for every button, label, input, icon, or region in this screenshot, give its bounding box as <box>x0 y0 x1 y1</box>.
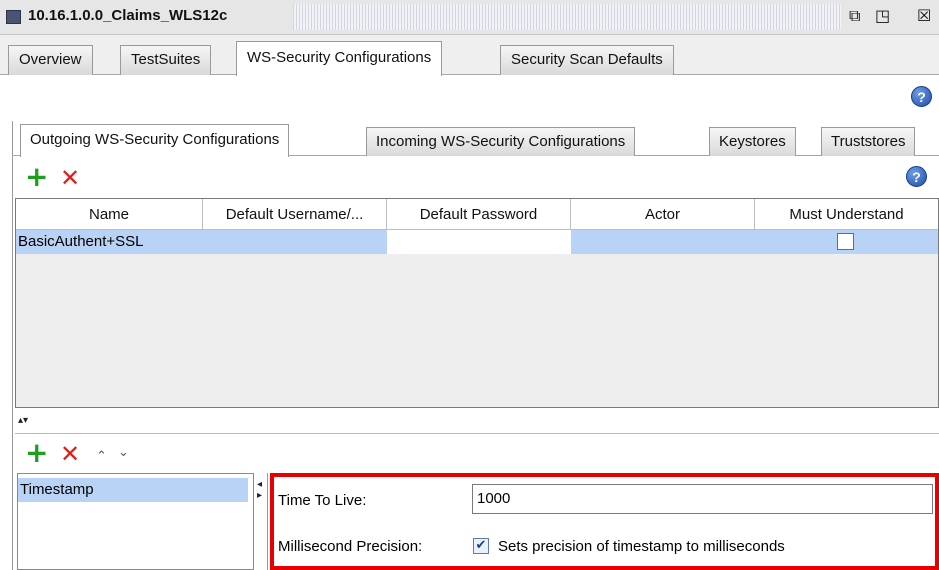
timestamp-settings-panel: Time To Live: 1000 Millisecond Precision… <box>270 473 939 570</box>
help-icon[interactable]: ? <box>911 86 932 107</box>
remove-configuration-icon[interactable]: ✕ <box>60 166 80 190</box>
move-up-icon[interactable]: ⌃ <box>96 450 107 464</box>
entry-list: Timestamp <box>17 473 254 570</box>
tab-testsuites[interactable]: TestSuites <box>120 45 212 75</box>
tab-outgoing-ws-security[interactable]: Outgoing WS-Security Configurations <box>20 124 290 157</box>
security-subtabbar: Outgoing WS-Security Configurations Inco… <box>12 122 939 157</box>
millisecond-precision-label: Millisecond Precision: <box>278 538 423 555</box>
window-titlebar: 10.16.1.0.0_Claims_WLS12c ⧉ ◳ ☒ <box>0 0 939 35</box>
millisecond-precision-checkbox[interactable]: ✔ <box>473 538 489 554</box>
list-item[interactable]: Timestamp <box>18 478 248 502</box>
close-icon[interactable]: ☒ <box>917 6 931 26</box>
split-divider[interactable] <box>15 412 939 434</box>
tab-truststores[interactable]: Truststores <box>821 127 916 156</box>
column-header-default-password[interactable]: Default Password <box>387 199 571 230</box>
time-to-live-label: Time To Live: <box>278 492 367 509</box>
remove-entry-icon[interactable]: ✕ <box>60 442 80 466</box>
cell-name[interactable]: BasicAuthent+SSL <box>16 230 203 254</box>
column-header-name[interactable]: Name <box>16 199 203 230</box>
project-icon <box>6 10 21 24</box>
help-icon[interactable]: ? <box>906 166 927 187</box>
window-title: 10.16.1.0.0_Claims_WLS12c <box>28 7 228 24</box>
move-down-icon[interactable]: ⌄ <box>118 446 129 460</box>
tab-security-scan-defaults[interactable]: Security Scan Defaults <box>500 45 674 75</box>
horizontal-splitter[interactable]: ◂ ▸ <box>257 473 268 570</box>
expand-right-icon[interactable]: ▸ <box>257 491 262 501</box>
add-entry-icon[interactable]: + <box>25 439 48 467</box>
column-header-actor[interactable]: Actor <box>571 199 755 230</box>
maximize-icon[interactable]: ◳ <box>875 6 890 26</box>
column-header-default-username[interactable]: Default Username/... <box>203 199 387 230</box>
column-header-must-understand[interactable]: Must Understand <box>755 199 938 230</box>
tab-ws-security-configurations[interactable]: WS-Security Configurations <box>236 41 443 76</box>
tab-incoming-ws-security[interactable]: Incoming WS-Security Configurations <box>366 127 636 156</box>
time-to-live-input[interactable]: 1000 <box>472 484 933 514</box>
split-toggle-icon[interactable]: ▴▾ <box>18 416 28 426</box>
millisecond-precision-text[interactable]: Sets precision of timestamp to milliseco… <box>498 538 785 555</box>
titlebar-drag-area[interactable] <box>293 4 841 30</box>
cell-actor[interactable] <box>571 230 755 254</box>
restore-icon[interactable]: ⧉ <box>849 6 860 26</box>
cell-default-password[interactable] <box>387 230 571 254</box>
tab-keystores[interactable]: Keystores <box>709 127 796 156</box>
table-header: Name Default Username/... Default Passwo… <box>16 199 938 230</box>
collapse-left-icon[interactable]: ◂ <box>257 480 262 490</box>
tab-overview[interactable]: Overview <box>8 45 93 75</box>
add-configuration-icon[interactable]: + <box>25 163 48 191</box>
table-row[interactable]: BasicAuthent+SSL <box>16 230 938 254</box>
main-tabbar: Overview TestSuites WS-Security Configur… <box>0 35 939 76</box>
must-understand-checkbox[interactable] <box>837 233 854 250</box>
cell-must-understand[interactable] <box>755 230 938 254</box>
configurations-table: Name Default Username/... Default Passwo… <box>15 198 939 408</box>
cell-default-username[interactable] <box>203 230 387 254</box>
